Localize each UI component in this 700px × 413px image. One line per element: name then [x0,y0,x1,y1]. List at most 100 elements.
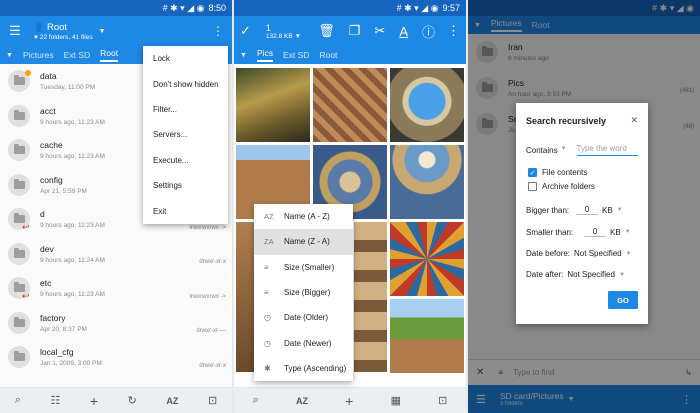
sort-option-size-bigger[interactable]: ≡ Size (Bigger) [254,280,353,305]
confirm-check-icon[interactable]: ✓ [240,23,254,39]
list-item[interactable]: factory Apr 20, 8:37 PM drwxr-xr-— [0,306,232,341]
dropdown-icon: ▼ [618,271,625,278]
tab-strip: ▼ Pics Ext SD Root [234,46,466,64]
menu-item-lock[interactable]: Lock [143,46,228,71]
bigger-unit-select[interactable]: KB [602,206,613,215]
thumbnail-tile-panel[interactable] [236,222,256,372]
date-before-select[interactable]: Not Specified [574,249,622,258]
sort-option-type-asc[interactable]: ✱ Type (Ascending) [254,356,353,381]
thumbnail-carved-wall[interactable] [313,68,387,142]
rename-icon[interactable]: A [399,24,408,39]
match-mode-select[interactable]: Contains ▼ [526,146,567,155]
smaller-unit-select[interactable]: KB [610,228,621,237]
overflow-menu-icon[interactable]: ⋮ [447,23,460,39]
overflow-menu-icon[interactable]: ⋮ [212,24,224,38]
location-subtitle: 22 folders, 41 files [39,33,93,41]
thumbnail-mosque-arch[interactable] [236,68,310,142]
hamburger-menu-icon[interactable]: ☰ [6,23,24,39]
thumbnail-mosaic[interactable] [390,222,464,296]
menu-item-execute[interactable]: Execute... [143,148,228,173]
sort-option-name-asc[interactable]: AZ Name (A - Z) [254,204,353,230]
picture-gallery-panel: # ✱ ▾ ◢ ◉ 9:57 ✓ 1 132.8 KB ▼ 🗑 ❐ ✂ A ⓘ ⋮… [234,0,466,413]
menu-item-settings[interactable]: Settings [143,173,228,198]
menu-item-servers[interactable]: Servers... [143,122,228,147]
tab-dropdown-icon[interactable]: ▼ [6,52,13,59]
date-before-label: Date before: [526,249,571,258]
bigger-than-input[interactable]: 0 [576,205,598,215]
list-view-icon[interactable]: ☷ [50,394,60,407]
location-dropdown-icon[interactable]: ▼ [99,28,106,35]
dropdown-icon: ▼ [625,250,632,257]
date-after-select[interactable]: Not Specified [567,270,615,279]
thumbnail-courtyard[interactable] [390,299,464,373]
select-all-icon[interactable]: ⊡ [438,394,447,407]
tab-pictures[interactable]: Pictures [23,50,54,60]
tab-root[interactable]: Root [319,50,337,60]
checkbox-checked-icon[interactable]: ✓ [528,168,537,177]
tab-root[interactable]: Root [100,48,119,62]
menu-item-exit[interactable]: Exit [143,198,228,223]
tab-ext-sd[interactable]: Ext SD [64,50,90,60]
close-icon[interactable]: ✕ [630,115,638,126]
signal-icons: # ✱ ▾ ◢ ◉ [162,2,205,13]
sort-option-size-smaller[interactable]: ≡ Size (Smaller) [254,255,353,280]
add-icon[interactable]: + [345,393,353,409]
list-item[interactable]: ↩ etc 9 hours ago, 11:23 AM lrwxrwxrwx -> [0,271,232,306]
info-icon[interactable]: ⓘ [422,22,435,41]
smaller-than-input[interactable]: 0 [584,227,606,237]
checkbox-empty-icon[interactable] [528,182,537,191]
dropdown-icon: ▼ [560,145,567,152]
archive-folders-option[interactable]: Archive folders [528,182,638,191]
sort-option-date-older[interactable]: ◷ Date (Older) [254,305,353,330]
select-all-icon[interactable]: ⊡ [208,394,217,407]
status-time: 9:57 [442,3,460,13]
search-icon[interactable]: ⌕ [15,394,21,407]
list-item[interactable]: local_cfg Jan 1, 2009, 3:00 PM drwxr-xr-x [0,340,232,375]
add-icon[interactable]: + [90,393,98,409]
sort-option-date-newer[interactable]: ◷ Date (Newer) [254,330,353,355]
file-browser-root-panel: # ✱ ▾ ◢ ◉ 8:50 ☰ 👤 Root ♥ 22 folders, 41… [0,0,232,413]
menu-item-filter[interactable]: Filter... [143,97,228,122]
go-button[interactable]: GO [608,291,638,309]
thumbnail-muqarnas[interactable] [390,145,464,219]
delete-icon[interactable]: 🗑 [318,23,335,39]
thumbnail-dome-sky[interactable] [390,68,464,142]
list-item[interactable]: dev 9 hours ago, 11:24 AM drwxr-xr-x [0,237,232,272]
status-time: 8:50 [208,3,226,13]
copy-icon[interactable]: ❐ [349,23,361,39]
clock-icon: ◷ [264,313,271,323]
tab-pics[interactable]: Pics [256,48,273,62]
sort-option-name-desc[interactable]: ZA Name (Z - A) [254,229,353,255]
tab-ext-sd[interactable]: Ext SD [283,50,309,60]
search-dialog-panel: # ✱ ▾ ◢ ◉ ▼ Pictures Root Iran 8 minutes … [468,0,700,413]
file-contents-label: File contents [542,168,588,177]
dialog-title: Search recursively [526,115,607,126]
dropdown-icon: ▼ [616,207,623,213]
bigger-than-label: Bigger than: [526,205,570,215]
folder-icon [8,346,30,369]
type-icon: ✱ [264,363,271,373]
location-header[interactable]: 👤 Root ♥ 22 folders, 41 files [34,22,93,41]
sort-menu: AZ Name (A - Z) ZA Name (Z - A) ≡ Size (Sma… [254,204,353,381]
folder-icon [8,311,30,334]
bottom-toolbar: ⌕ AZ + ▦ ⊡ [234,387,466,413]
menu-item-dont-show-hidden[interactable]: Don't show hidden [143,71,228,96]
size-bigger-icon: ≡ [264,288,269,298]
size-dropdown-icon[interactable]: ▼ [295,33,301,40]
grid-view-icon[interactable]: ▦ [391,394,401,407]
refresh-icon[interactable]: ↻ [128,394,137,407]
search-word-input[interactable]: Type the word [576,144,638,156]
file-contents-option[interactable]: ✓ File contents [528,168,638,177]
sort-button[interactable]: AZ [296,396,308,406]
item-name: dev [40,243,54,254]
cut-icon[interactable]: ✂ [374,23,385,39]
smaller-than-label: Smaller than: [526,227,574,237]
tab-dropdown-icon[interactable]: ▼ [240,52,247,59]
search-icon[interactable]: ⌕ [253,394,259,407]
thumbnail-arches[interactable] [354,222,387,372]
sort-button[interactable]: AZ [166,396,178,406]
sort-za-icon: ZA [264,237,274,247]
sort-az-icon: AZ [264,212,274,222]
signal-icons: # ✱ ▾ ◢ ◉ [396,2,439,13]
symlink-arrow-icon: ↩ [22,222,30,232]
